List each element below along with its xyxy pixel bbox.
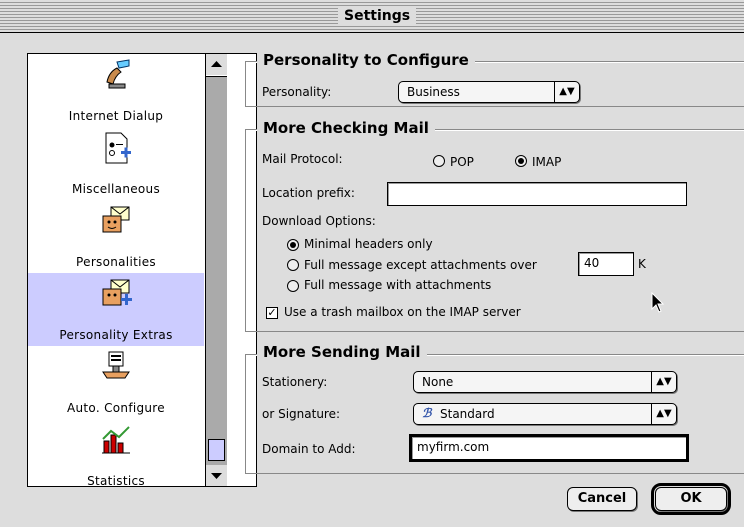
personality-icon bbox=[102, 206, 130, 233]
imap-radio-label: IMAP bbox=[532, 155, 562, 169]
minimal-headers-radio[interactable] bbox=[287, 239, 299, 251]
ok-button[interactable]: OK bbox=[651, 483, 731, 515]
scroll-down-arrow[interactable] bbox=[206, 465, 227, 486]
settings-category-list[interactable]: Internet Dialup Miscellaneous Personalit… bbox=[27, 53, 257, 487]
stationery-label: Stationery: bbox=[262, 375, 328, 389]
checkmark-icon: ✓ bbox=[267, 306, 277, 319]
document-icon bbox=[105, 132, 131, 164]
sidebar-item-statistics[interactable]: Statistics bbox=[28, 419, 204, 487]
location-prefix-field[interactable] bbox=[387, 182, 687, 206]
signature-popup[interactable]: ℬ Standard ▲▼ bbox=[413, 403, 677, 425]
popup-arrows-icon: ▲▼ bbox=[554, 82, 579, 102]
popup-arrows-icon: ▲▼ bbox=[651, 372, 676, 392]
window-title: Settings bbox=[338, 7, 417, 25]
mail-protocol-label: Mail Protocol: bbox=[262, 152, 343, 166]
signature-label: or Signature: bbox=[262, 407, 341, 421]
minimal-headers-label: Minimal headers only bbox=[304, 237, 433, 251]
title-bar[interactable]: Settings bbox=[0, 0, 744, 33]
statistics-icon bbox=[102, 426, 130, 454]
sidebar-item-personality-extras[interactable]: Personality Extras bbox=[28, 273, 204, 346]
cancel-button[interactable]: Cancel bbox=[567, 487, 637, 511]
full-except-attachments-radio[interactable] bbox=[287, 259, 299, 271]
scroll-up-arrow[interactable] bbox=[206, 54, 227, 75]
attachment-size-unit: K bbox=[638, 257, 646, 271]
sidebar-item-auto-configure[interactable]: Auto. Configure bbox=[28, 346, 204, 419]
domain-value: myfirm.com bbox=[417, 440, 490, 454]
personality-group-title: Personality to Configure bbox=[257, 51, 475, 69]
stationery-value: None bbox=[422, 375, 454, 389]
up-arrow-icon bbox=[211, 61, 222, 67]
attachment-size-value: 40 bbox=[584, 256, 600, 270]
download-options-label: Download Options: bbox=[262, 214, 376, 228]
popup-arrows-icon: ▲▼ bbox=[651, 404, 676, 424]
auto-configure-icon bbox=[102, 351, 130, 379]
full-except-attachments-label: Full message except attachments over bbox=[304, 258, 537, 272]
attachment-size-field[interactable]: 40 bbox=[578, 252, 634, 276]
signature-icon: ℬ bbox=[422, 406, 432, 420]
phone-icon bbox=[106, 59, 130, 89]
trash-mailbox-checkbox[interactable]: ✓ bbox=[266, 307, 278, 319]
domain-label: Domain to Add: bbox=[262, 442, 356, 456]
sidebar-item-label: Personality Extras bbox=[59, 328, 173, 342]
personality-label: Personality: bbox=[262, 85, 332, 99]
location-prefix-label: Location prefix: bbox=[262, 186, 355, 200]
sidebar-item-personalities[interactable]: Personalities bbox=[28, 200, 204, 273]
imap-radio[interactable] bbox=[515, 155, 527, 167]
sidebar-item-label: Personalities bbox=[76, 255, 156, 269]
personality-popup[interactable]: Business ▲▼ bbox=[398, 81, 580, 103]
personality-extras-icon bbox=[102, 279, 132, 306]
sidebar-scrollbar[interactable] bbox=[205, 54, 227, 486]
full-with-attachments-radio[interactable] bbox=[287, 280, 299, 292]
scroll-thumb[interactable] bbox=[208, 439, 225, 461]
stationery-popup[interactable]: None ▲▼ bbox=[413, 371, 677, 393]
signature-value: Standard bbox=[440, 407, 495, 421]
sidebar-item-label: Miscellaneous bbox=[71, 182, 161, 196]
sidebar-item-miscellaneous[interactable]: Miscellaneous bbox=[28, 127, 204, 200]
pop-radio-label: POP bbox=[450, 155, 474, 169]
sidebar-item-label: Auto. Configure bbox=[67, 401, 165, 415]
sidebar-item-label: Internet Dialup bbox=[68, 109, 164, 123]
domain-field[interactable]: myfirm.com bbox=[409, 434, 689, 462]
personality-value: Business bbox=[407, 85, 460, 99]
pop-radio[interactable] bbox=[433, 155, 445, 167]
sending-mail-title: More Sending Mail bbox=[257, 343, 427, 361]
full-with-attachments-label: Full message with attachments bbox=[304, 278, 492, 292]
checking-mail-title: More Checking Mail bbox=[257, 119, 435, 137]
sidebar-item-label: Statistics bbox=[87, 474, 145, 487]
mouse-cursor-icon bbox=[651, 292, 665, 313]
trash-mailbox-label: Use a trash mailbox on the IMAP server bbox=[284, 305, 521, 319]
scroll-track[interactable] bbox=[206, 76, 227, 466]
sidebar-item-internet-dialup[interactable]: Internet Dialup bbox=[28, 54, 204, 127]
down-arrow-icon bbox=[211, 473, 222, 479]
